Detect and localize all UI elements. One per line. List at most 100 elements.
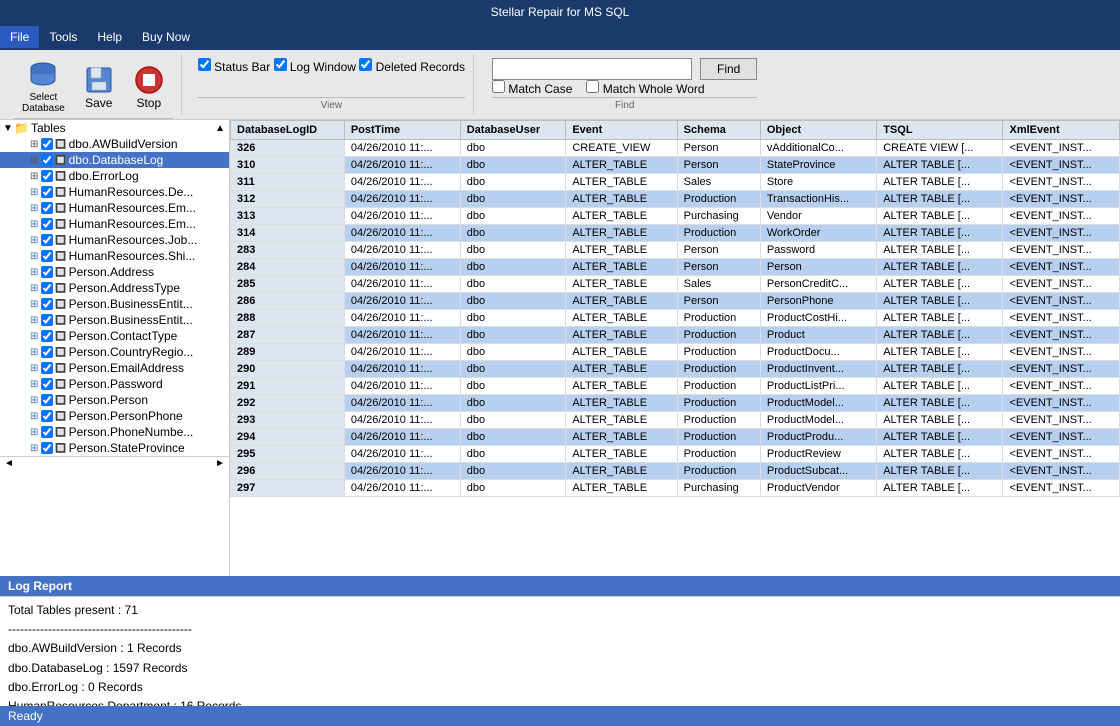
tree-item[interactable]: ⊞ 🔲 HumanResources.Em...	[0, 200, 229, 216]
select-database-button[interactable]: SelectDatabase	[14, 56, 73, 118]
tree-item-label: Person.Address	[69, 265, 154, 279]
log-line: dbo.DatabaseLog : 1597 Records	[8, 659, 1112, 678]
table-cell: ProductListPri...	[760, 378, 876, 395]
table-row[interactable]: 31404/26/2010 11:...dboALTER_TABLEProduc…	[231, 225, 1120, 242]
table-row[interactable]: 28304/26/2010 11:...dboALTER_TABLEPerson…	[231, 242, 1120, 259]
table-cell: Sales	[677, 174, 760, 191]
table-row[interactable]: 31104/26/2010 11:...dboALTER_TABLESalesS…	[231, 174, 1120, 191]
tree-checkbox[interactable]	[41, 170, 53, 182]
deleted-records-checkbox[interactable]	[359, 58, 372, 71]
tree-checkbox[interactable]	[41, 138, 53, 150]
tree-checkbox[interactable]	[41, 266, 53, 278]
tree-checkbox[interactable]	[41, 362, 53, 374]
tree-item[interactable]: ⊞ 🔲 Person.BusinessEntit...	[0, 296, 229, 312]
tree-checkbox[interactable]	[41, 410, 53, 422]
tree-checkbox[interactable]	[41, 186, 53, 198]
tree-checkbox[interactable]	[41, 314, 53, 326]
tree-checkbox[interactable]	[41, 282, 53, 294]
table-row[interactable]: 28704/26/2010 11:...dboALTER_TABLEProduc…	[231, 327, 1120, 344]
table-row[interactable]: 29204/26/2010 11:...dboALTER_TABLEProduc…	[231, 395, 1120, 412]
find-button[interactable]: Find	[700, 58, 757, 80]
table-cell: <EVENT_INST...	[1003, 327, 1120, 344]
table-row[interactable]: 28904/26/2010 11:...dboALTER_TABLEProduc…	[231, 344, 1120, 361]
table-cell: Person	[760, 259, 876, 276]
tree-item[interactable]: ⊞ 🔲 HumanResources.Job...	[0, 232, 229, 248]
table-row[interactable]: 29004/26/2010 11:...dboALTER_TABLEProduc…	[231, 361, 1120, 378]
table-cell: 293	[231, 412, 345, 429]
match-whole-word-checkbox[interactable]	[586, 80, 599, 93]
tree-item[interactable]: ⊞ 🔲 Person.ContactType	[0, 328, 229, 344]
tree-root[interactable]: ▼ 📁 Tables ▲	[0, 120, 229, 136]
tree-checkbox[interactable]	[41, 442, 53, 454]
table-cell: ALTER TABLE [...	[877, 174, 1003, 191]
match-case-checkbox[interactable]	[492, 80, 505, 93]
tree-item[interactable]: ⊞ 🔲 HumanResources.Em...	[0, 216, 229, 232]
menu-buynow[interactable]: Buy Now	[132, 26, 200, 48]
table-cell: 311	[231, 174, 345, 191]
deleted-records-check-label[interactable]: Deleted Records	[359, 60, 465, 74]
tree-item[interactable]: ⊞ 🔲 dbo.AWBuildVersion	[0, 136, 229, 152]
status-bar-check-label[interactable]: Status Bar	[198, 60, 270, 74]
table-cell: 04/26/2010 11:...	[344, 446, 460, 463]
table-row[interactable]: 28804/26/2010 11:...dboALTER_TABLEProduc…	[231, 310, 1120, 327]
tree-item[interactable]: ⊞ 🔲 dbo.ErrorLog	[0, 168, 229, 184]
tree-item[interactable]: ⊞ 🔲 Person.EmailAddress	[0, 360, 229, 376]
match-whole-word-label[interactable]: Match Whole Word	[586, 80, 704, 96]
tree-item[interactable]: ⊞ 🔲 Person.PhoneNumbe...	[0, 424, 229, 440]
table-row[interactable]: 32604/26/2010 11:...dboCREATE_VIEWPerson…	[231, 140, 1120, 157]
table-row[interactable]: 31304/26/2010 11:...dboALTER_TABLEPurcha…	[231, 208, 1120, 225]
right-panel[interactable]: DatabaseLogIDPostTimeDatabaseUserEventSc…	[230, 120, 1120, 576]
tree-checkbox[interactable]	[41, 250, 53, 262]
tree-checkbox[interactable]	[41, 394, 53, 406]
table-cell: ALTER_TABLE	[566, 174, 677, 191]
menu-tools[interactable]: Tools	[39, 26, 87, 48]
tree-checkbox[interactable]	[41, 346, 53, 358]
table-cell: dbo	[460, 344, 566, 361]
tree-item[interactable]: ⊞ 🔲 Person.StateProvince	[0, 440, 229, 456]
table-row[interactable]: 28404/26/2010 11:...dboALTER_TABLEPerson…	[231, 259, 1120, 276]
tree-item[interactable]: ⊞ 🔲 Person.Password	[0, 376, 229, 392]
table-row[interactable]: 29604/26/2010 11:...dboALTER_TABLEProduc…	[231, 463, 1120, 480]
table-row[interactable]: 29104/26/2010 11:...dboALTER_TABLEProduc…	[231, 378, 1120, 395]
tree-checkbox[interactable]	[41, 298, 53, 310]
tree-item[interactable]: ⊞ 🔲 Person.CountryRegio...	[0, 344, 229, 360]
table-cell: dbo	[460, 140, 566, 157]
tree-checkbox[interactable]	[41, 234, 53, 246]
tree-item[interactable]: ⊞ 🔲 HumanResources.De...	[0, 184, 229, 200]
table-row[interactable]: 29504/26/2010 11:...dboALTER_TABLEProduc…	[231, 446, 1120, 463]
table-row[interactable]: 29704/26/2010 11:...dboALTER_TABLEPurcha…	[231, 480, 1120, 497]
menu-file[interactable]: File	[0, 26, 39, 48]
table-row[interactable]: 28604/26/2010 11:...dboALTER_TABLEPerson…	[231, 293, 1120, 310]
match-case-label[interactable]: Match Case	[492, 80, 572, 96]
table-row[interactable]: 31004/26/2010 11:...dboALTER_TABLEPerson…	[231, 157, 1120, 174]
save-button[interactable]: Save	[75, 60, 123, 114]
table-row[interactable]: 29404/26/2010 11:...dboALTER_TABLEProduc…	[231, 429, 1120, 446]
stop-button[interactable]: Stop	[125, 60, 173, 114]
tree-item[interactable]: ⊞ 🔲 Person.Person	[0, 392, 229, 408]
menu-help[interactable]: Help	[87, 26, 132, 48]
log-window-checkbox[interactable]	[274, 58, 287, 71]
tree-item[interactable]: ⊞ 🔲 Person.Address	[0, 264, 229, 280]
table-row[interactable]: 28504/26/2010 11:...dboALTER_TABLESalesP…	[231, 276, 1120, 293]
tree-checkbox[interactable]	[41, 426, 53, 438]
tree-checkbox[interactable]	[41, 154, 53, 166]
tree-checkbox[interactable]	[41, 218, 53, 230]
tree-item[interactable]: ⊞ 🔲 HumanResources.Shi...	[0, 248, 229, 264]
status-bar-checkbox[interactable]	[198, 58, 211, 71]
tree-item[interactable]: ⊞ 🔲 Person.BusinessEntit...	[0, 312, 229, 328]
table-cell: ALTER_TABLE	[566, 310, 677, 327]
log-window-check-label[interactable]: Log Window	[274, 60, 356, 74]
tree-item[interactable]: ⊞ 🔲 Person.AddressType	[0, 280, 229, 296]
tree-item[interactable]: ⊞ 🔲 dbo.DatabaseLog	[0, 152, 229, 168]
table-cell: 326	[231, 140, 345, 157]
tree-item[interactable]: ⊞ 🔲 Person.PersonPhone	[0, 408, 229, 424]
tree-checkbox[interactable]	[41, 378, 53, 390]
find-input[interactable]	[492, 58, 692, 80]
table-cell: <EVENT_INST...	[1003, 378, 1120, 395]
table-cell: 04/26/2010 11:...	[344, 293, 460, 310]
table-row[interactable]: 29304/26/2010 11:...dboALTER_TABLEProduc…	[231, 412, 1120, 429]
table-cell: ProductReview	[760, 446, 876, 463]
tree-checkbox[interactable]	[41, 202, 53, 214]
tree-checkbox[interactable]	[41, 330, 53, 342]
table-row[interactable]: 31204/26/2010 11:...dboALTER_TABLEProduc…	[231, 191, 1120, 208]
